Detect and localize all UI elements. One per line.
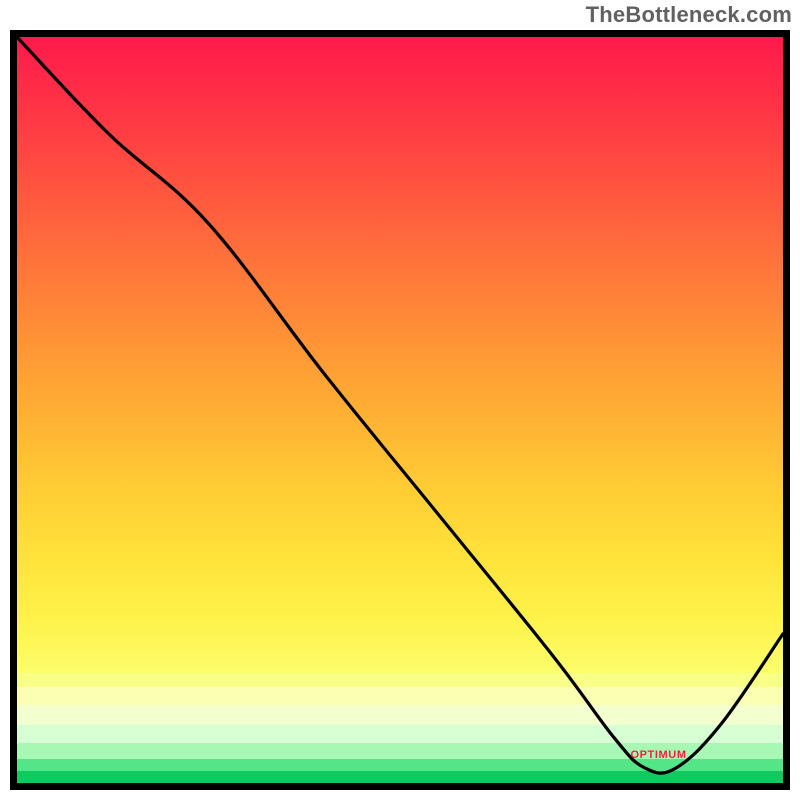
gradient-background — [17, 37, 783, 783]
chart-root: TheBottleneck.com OPTIMUM — [0, 0, 800, 800]
plot-area: OPTIMUM — [10, 30, 790, 790]
watermark-text: TheBottleneck.com — [586, 2, 792, 28]
gradient-fill — [17, 37, 783, 783]
